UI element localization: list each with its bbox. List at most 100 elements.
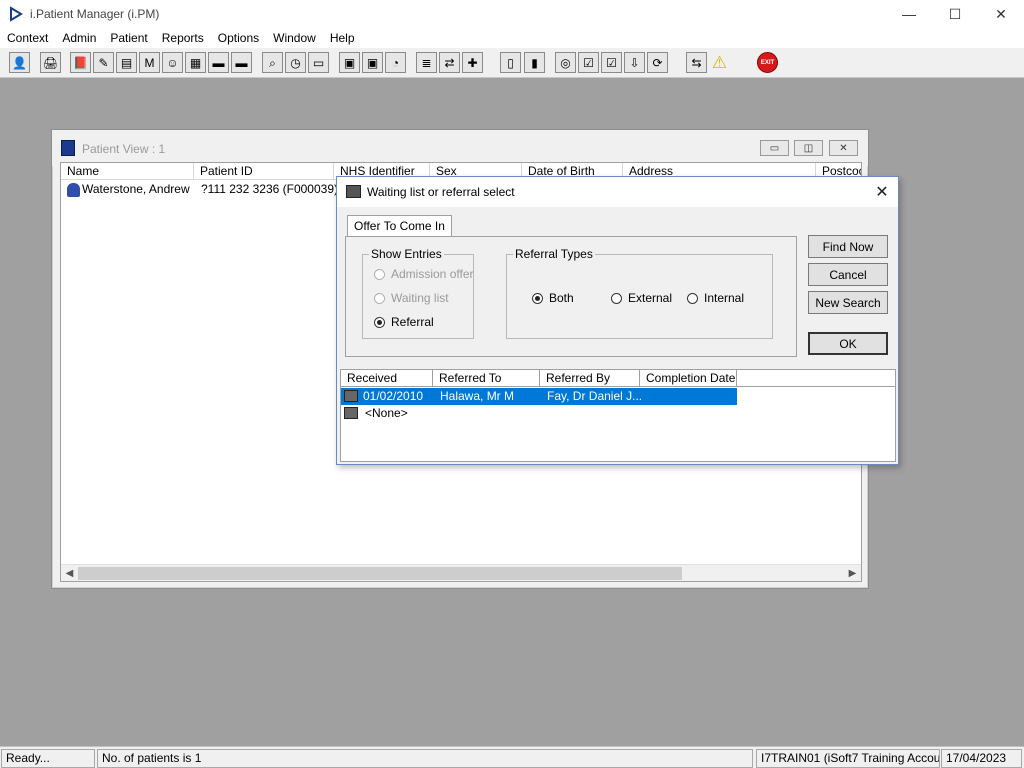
document-icon[interactable]: ▯ (500, 52, 521, 73)
bed-icon[interactable]: ▬ (208, 52, 229, 73)
chart-icon[interactable]: ▣ (339, 52, 360, 73)
new-search-button[interactable]: New Search (808, 291, 888, 314)
download-icon[interactable]: ⇩ (624, 52, 645, 73)
globe-icon[interactable]: ◎ (555, 52, 576, 73)
chart-icon[interactable]: ▣ (362, 52, 383, 73)
radio-circle (532, 292, 543, 304)
referred-to: Halawa, Mr M (440, 389, 515, 403)
menu-options[interactable]: Options (211, 31, 266, 45)
status-bar: Ready... No. of patients is 1 I7TRAIN01 … (0, 746, 1024, 768)
patient-name: Waterstone, Andrew (82, 182, 190, 196)
ok-button[interactable]: OK (808, 332, 888, 355)
screen-icon[interactable]: ▭ (308, 52, 329, 73)
radio-both[interactable]: Both (532, 291, 574, 305)
form-icon[interactable]: ▤ (116, 52, 137, 73)
scroll-right-icon[interactable]: ▶ (844, 565, 861, 581)
search-icon[interactable]: ⌕ (262, 52, 283, 73)
pv-close-button[interactable]: ✕ (829, 140, 858, 156)
referred-by: Fay, Dr Daniel J... (547, 389, 643, 403)
radio-external[interactable]: External (611, 291, 672, 305)
bar-chart-icon[interactable]: ▮ (524, 52, 545, 73)
app-titlebar: i.Patient Manager (i.PM) — ☐ ✕ (0, 0, 1024, 28)
edit-icon[interactable]: ✎ (93, 52, 114, 73)
radio-circle (374, 292, 385, 304)
radio-admission-offer[interactable]: Admission offer (374, 267, 473, 281)
person-icon[interactable]: 👤 (9, 52, 30, 73)
menu-patient[interactable]: Patient (103, 31, 154, 45)
warning-icon[interactable]: ⚠ (709, 52, 730, 73)
printer-icon[interactable]: 🖨 (40, 52, 61, 73)
radio-label: External (628, 291, 673, 305)
tab-panel: Show Entries Admission offer Waiting lis… (345, 236, 797, 357)
checklist-icon[interactable]: ☑ (601, 52, 622, 73)
referral-list: Received Referred To Referred By Complet… (340, 369, 896, 462)
col-completion-date[interactable]: Completion Date (640, 370, 737, 387)
tab-offer-to-come-in[interactable]: Offer To Come In (347, 215, 452, 237)
letter-m-icon[interactable]: M (139, 52, 160, 73)
menu-admin[interactable]: Admin (55, 31, 103, 45)
printer-icon (346, 185, 361, 198)
radio-label: Referral (391, 315, 434, 329)
patient-view-icon (61, 140, 75, 156)
cancel-button[interactable]: Cancel (808, 263, 888, 286)
menu-context[interactable]: Context (0, 31, 55, 45)
list-item[interactable]: <None> (341, 405, 737, 422)
scroll-left-icon[interactable]: ◀ (61, 565, 78, 581)
col-patient-id[interactable]: Patient ID (194, 163, 334, 180)
app-title: i.Patient Manager (i.PM) (30, 7, 160, 21)
patient-id: ?111 232 3236 (F000039) (201, 182, 338, 196)
swap-icon[interactable]: ⇆ (686, 52, 707, 73)
received-date: <None> (365, 406, 408, 420)
col-name[interactable]: Name (61, 163, 194, 180)
menu-window[interactable]: Window (266, 31, 323, 45)
menu-help[interactable]: Help (323, 31, 362, 45)
radio-waiting-list[interactable]: Waiting list (374, 291, 449, 305)
radio-referral[interactable]: Referral (374, 315, 434, 329)
find-now-button[interactable]: Find Now (808, 235, 888, 258)
radio-circle (611, 292, 622, 304)
col-filler (737, 370, 895, 387)
pv-restore-button[interactable]: ◫ (794, 140, 823, 156)
maximize-button[interactable]: ☐ (932, 0, 978, 28)
transfer-icon[interactable]: ⇄ (439, 52, 460, 73)
close-button[interactable]: ✕ (978, 0, 1024, 28)
exit-icon[interactable]: EXIT (757, 52, 778, 73)
dialog-titlebar: Waiting list or referral select ✕ (337, 177, 898, 207)
horizontal-scrollbar[interactable]: ◀ ▶ (61, 564, 861, 581)
patient-view-title: Patient View : 1 (82, 142, 166, 156)
col-received[interactable]: Received (341, 370, 433, 387)
book-icon[interactable]: 📕 (70, 52, 91, 73)
refresh-icon[interactable]: ⟳ (647, 52, 668, 73)
close-icon[interactable]: ✕ (870, 181, 894, 203)
referral-select-dialog: Waiting list or referral select ✕ Offer … (336, 176, 899, 465)
pv-minimize-button[interactable]: ▭ (760, 140, 789, 156)
radio-internal[interactable]: Internal (687, 291, 744, 305)
gauge-icon[interactable]: ◔ (385, 52, 406, 73)
ambulance-icon[interactable]: ✚ (462, 52, 483, 73)
patient-icon (67, 183, 80, 197)
col-referred-to[interactable]: Referred To (433, 370, 540, 387)
referral-types-label: Referral Types (513, 247, 595, 261)
minimize-button[interactable]: — (886, 0, 932, 28)
dialog-title: Waiting list or referral select (367, 185, 515, 199)
status-state: Ready... (1, 749, 95, 768)
received-date: 01/02/2010 (363, 389, 424, 403)
radio-label: Waiting list (391, 291, 449, 305)
show-entries-group: Show Entries Admission offer Waiting lis… (362, 247, 474, 339)
clock-icon[interactable]: ◷ (285, 52, 306, 73)
radio-label: Admission offer (391, 267, 474, 281)
checklist-icon[interactable]: ☑ (578, 52, 599, 73)
col-referred-by[interactable]: Referred By (540, 370, 640, 387)
radio-circle (374, 268, 385, 280)
status-patient-count: No. of patients is 1 (97, 749, 753, 768)
menu-reports[interactable]: Reports (155, 31, 211, 45)
patient-view-titlebar: Patient View : 1 ▭ ◫ ✕ (52, 130, 868, 166)
bed-icon[interactable]: ▬ (231, 52, 252, 73)
doctor-icon[interactable]: ☺ (162, 52, 183, 73)
menu-bar: Context Admin Patient Reports Options Wi… (0, 28, 1024, 48)
scroll-thumb[interactable] (78, 567, 682, 580)
notepad-icon[interactable]: ≣ (416, 52, 437, 73)
list-item[interactable]: 01/02/2010 Halawa, Mr M Fay, Dr Daniel J… (341, 388, 737, 405)
printer-icon (344, 407, 358, 419)
notes-icon[interactable]: ▦ (185, 52, 206, 73)
